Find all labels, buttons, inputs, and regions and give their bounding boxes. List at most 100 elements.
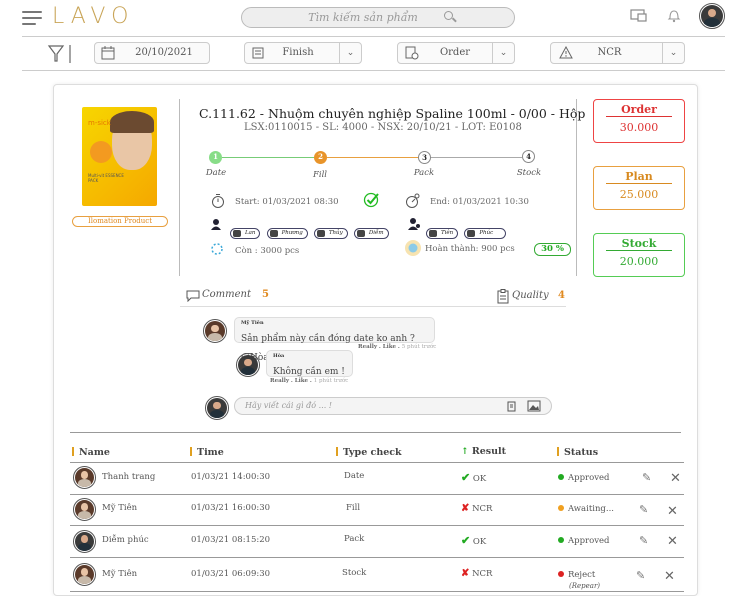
quality-count: 4 <box>558 290 565 301</box>
loading-icon <box>211 243 223 255</box>
search-input[interactable]: Tìm kiếm sản phẩm <box>241 7 515 28</box>
pack-text: Multi-vit ESSENCE PACK <box>88 173 124 183</box>
stat-plan-label: Plan <box>606 167 672 184</box>
member-chip[interactable]: Thủy <box>313 228 348 239</box>
reply-actions[interactable]: Really . Like . 1 phút trước <box>270 378 348 384</box>
comment-placeholder: Hãy viết cái gì đó ... ! <box>245 401 333 410</box>
chevron-down-icon[interactable]: ⌄ <box>662 43 684 63</box>
date-value: 20/10/2021 <box>135 47 193 58</box>
edit-icon[interactable]: ✎ <box>642 472 653 483</box>
end-time: End: 01/03/2021 10:30 <box>430 197 529 207</box>
team-right: Tiên Phúc <box>426 219 507 239</box>
completed-badge-icon <box>405 240 421 256</box>
member-chip[interactable]: Phương <box>266 228 308 239</box>
step-1-dot[interactable]: 1 <box>209 151 222 164</box>
step-2-label: Fill <box>312 170 328 180</box>
stat-plan-value: 25.000 <box>619 188 659 201</box>
row-name: Diễm phúc <box>102 535 149 545</box>
row-time: 01/03/21 08:15:20 <box>191 535 271 545</box>
date-filter[interactable]: 20/10/2021 <box>94 42 210 64</box>
row-avatar <box>73 466 96 489</box>
chevron-down-icon[interactable]: ⌄ <box>339 43 361 63</box>
type-filter[interactable]: Order ⌄ <box>397 42 515 64</box>
delete-icon[interactable]: ✕ <box>667 505 678 518</box>
row-status: Approved <box>558 536 609 546</box>
issue-value: NCR <box>597 47 622 58</box>
stage-filter[interactable]: Finish ⌄ <box>244 42 362 64</box>
stat-order-value: 30.000 <box>619 121 659 134</box>
filter-icon[interactable] <box>47 44 77 64</box>
comment-actions[interactable]: Really . Like . 5 phút trước <box>358 344 436 350</box>
reply-author: Hòa <box>273 353 285 359</box>
stat-stock-label: Stock <box>606 234 672 251</box>
row-name: Mỹ Tiên <box>102 569 138 579</box>
row-avatar <box>73 498 96 521</box>
delete-icon[interactable]: ✕ <box>664 570 675 583</box>
clipboard-icon <box>497 289 509 304</box>
team-left: Lan Phương Thủy Diễm <box>230 219 390 239</box>
user-avatar[interactable] <box>699 3 725 29</box>
edit-icon[interactable]: ✎ <box>639 535 650 546</box>
attach-file-icon[interactable] <box>507 401 517 412</box>
image-upload-icon[interactable] <box>527 400 541 412</box>
delete-icon[interactable]: ✕ <box>667 535 678 548</box>
stopwatch-icon <box>212 194 224 208</box>
col-name[interactable]: Name <box>72 447 110 458</box>
row-result: ✘ NCR <box>461 568 493 579</box>
col-type[interactable]: Type check <box>336 447 402 458</box>
menu-icon[interactable] <box>22 11 42 25</box>
search-icon[interactable] <box>444 11 453 20</box>
product-image: m-sick Multi-vit ESSENCE PACK <box>82 107 157 206</box>
comment-count: 5 <box>262 289 269 300</box>
check-circle-icon <box>363 192 379 208</box>
member-chip[interactable]: Lan <box>230 228 261 239</box>
app-logo: LAVO <box>52 4 135 29</box>
remaining-count: Còn : 3000 pcs <box>235 246 300 256</box>
team-icon <box>408 218 420 230</box>
user-icon <box>211 219 221 230</box>
start-time: Start: 01/03/2021 08:30 <box>235 197 339 207</box>
row-result: ✘ NCR <box>461 503 493 514</box>
row-type: Date <box>344 471 365 481</box>
step-3-dot[interactable]: 3 <box>418 151 431 164</box>
row-time: 01/03/21 06:09:30 <box>191 569 271 579</box>
stat-plan: Plan 25.000 <box>593 166 685 210</box>
row-type: Fill <box>346 503 361 513</box>
step-4-dot[interactable]: 4 <box>522 150 535 163</box>
tab-comment[interactable]: Comment <box>202 289 251 300</box>
timer-end-icon <box>406 193 420 208</box>
step-3-label: Pack <box>413 168 435 178</box>
bell-icon[interactable] <box>667 8 681 23</box>
step-4-label: Stock <box>516 168 542 178</box>
row-time: 01/03/21 16:00:30 <box>191 503 271 513</box>
col-status[interactable]: Status <box>557 447 598 458</box>
row-status: Awaiting... <box>558 504 614 514</box>
row-name: Mỹ Tiên <box>102 503 138 513</box>
comment-icon <box>186 290 200 302</box>
member-chip[interactable]: Tiên <box>426 228 459 239</box>
comment-bubble: Mỹ Tiên Sản phẩm này cần đóng date ko an… <box>234 317 435 363</box>
col-result[interactable]: ↑ Result <box>461 446 506 457</box>
chevron-down-icon[interactable]: ⌄ <box>492 43 514 63</box>
search-placeholder: Tìm kiếm sản phẩm <box>308 11 418 24</box>
col-time[interactable]: Time <box>190 447 224 458</box>
member-chip[interactable]: Phúc <box>464 228 507 239</box>
composer-avatar <box>205 396 229 420</box>
issue-filter[interactable]: NCR ⌄ <box>550 42 685 64</box>
edit-icon[interactable]: ✎ <box>639 504 650 515</box>
reply-avatar <box>236 353 260 377</box>
tab-quality[interactable]: Quality <box>512 290 549 301</box>
row-status: Approved <box>558 473 609 483</box>
step-2-dot[interactable]: 2 <box>314 151 327 164</box>
row-result: ✔ OK <box>461 534 487 547</box>
product-subtitle: LSX:0110015 - SL: 4000 - NSX: 20/10/21 -… <box>244 122 522 133</box>
edit-icon[interactable]: ✎ <box>636 570 647 581</box>
step-1-label: Date <box>205 168 227 178</box>
comment-input[interactable]: Hãy viết cái gì đó ... ! <box>234 397 552 415</box>
member-chip[interactable]: Diễm <box>353 228 389 239</box>
delete-icon[interactable]: ✕ <box>670 472 681 485</box>
product-tag[interactable]: Ilomation Product <box>72 216 168 227</box>
comment-author: Mỹ Tiên <box>241 320 264 326</box>
monitor-icon[interactable] <box>630 9 648 23</box>
row-name: Thanh trang <box>102 472 156 482</box>
